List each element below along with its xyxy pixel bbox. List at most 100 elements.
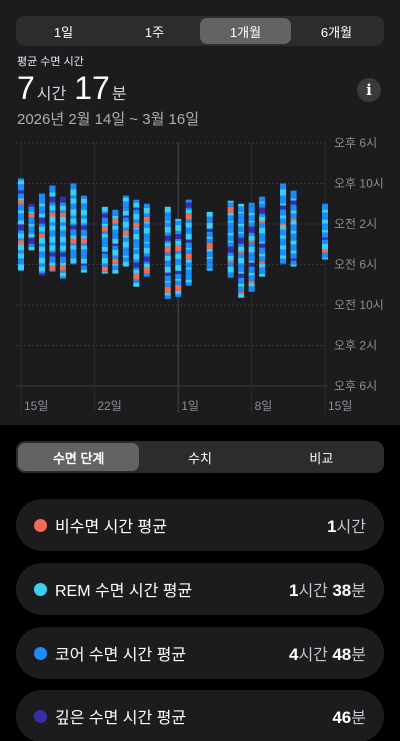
sleep-stage-segment bbox=[175, 230, 182, 234]
sleep-stage-segment bbox=[18, 204, 24, 211]
sleep-stage-segment bbox=[164, 246, 171, 253]
tab-amounts[interactable]: 수치 bbox=[139, 443, 260, 471]
sleep-stage-segment bbox=[280, 255, 287, 259]
sleep-stage-segment bbox=[38, 243, 45, 247]
sleep-stage-segment bbox=[38, 246, 45, 252]
sleep-stage-segment bbox=[28, 206, 35, 212]
deep-dot-icon bbox=[34, 709, 47, 723]
sleep-stage-segment bbox=[133, 253, 140, 260]
sleep-stage-segment bbox=[38, 223, 45, 227]
sleep-chart[interactable]: 오후 6시오후 10시오전 2시오전 6시오전 10시오후 2시오후 6시 15… bbox=[0, 130, 400, 420]
sleep-stage-segment bbox=[238, 286, 245, 292]
sleep-stage-segment bbox=[322, 249, 328, 253]
sleep-stage-segment bbox=[101, 211, 108, 214]
sleep-stage-segment bbox=[322, 209, 328, 213]
sleep-stage-segment bbox=[280, 183, 287, 186]
sleep-stage-segment bbox=[143, 236, 150, 242]
sleep-stage-segment bbox=[101, 266, 108, 272]
sleep-stage-segment bbox=[290, 190, 297, 194]
sleep-stage-segment bbox=[18, 218, 24, 221]
sleep-stage-segment bbox=[112, 263, 119, 266]
x-tick-label: 8일 bbox=[255, 399, 273, 413]
sleep-stage-segment bbox=[290, 220, 297, 225]
sleep-bar bbox=[112, 209, 119, 274]
tab-1week[interactable]: 1주 bbox=[109, 18, 200, 44]
sleep-stage-segment bbox=[322, 217, 328, 220]
sleep-stage-segment bbox=[70, 183, 77, 186]
sleep-bar bbox=[227, 200, 234, 278]
sleep-stage-segment bbox=[59, 242, 66, 246]
sleep-stage-segment bbox=[70, 189, 77, 196]
sleep-stage-segment bbox=[59, 262, 66, 266]
sleep-stage-segment bbox=[133, 233, 140, 240]
sleep-stage-segment bbox=[143, 233, 150, 237]
sleep-stage-segment bbox=[112, 209, 119, 216]
sleep-stage-segment bbox=[18, 238, 24, 241]
sleep-stage-segment bbox=[59, 265, 66, 271]
sleep-stage-segment bbox=[185, 227, 192, 230]
stage-value: 1시간 bbox=[327, 517, 366, 536]
sleep-stage-segment bbox=[164, 255, 171, 261]
sleep-stage-segment bbox=[290, 213, 297, 219]
tab-comparison[interactable]: 비교 bbox=[261, 443, 382, 471]
sleep-stage-segment bbox=[49, 222, 56, 226]
sleep-stage-segment bbox=[101, 263, 108, 267]
sleep-stage-segment bbox=[322, 252, 328, 258]
sleep-stage-segment bbox=[185, 282, 192, 286]
sleep-stage-segment bbox=[259, 261, 266, 264]
sleep-stage-segment bbox=[290, 198, 297, 201]
sleep-stage-segment bbox=[248, 272, 255, 276]
sleep-stage-segment bbox=[28, 223, 35, 227]
sleep-stage-segment bbox=[101, 223, 108, 227]
sleep-stage-segment bbox=[49, 256, 56, 263]
sleep-stage-segment bbox=[322, 257, 328, 260]
sleep-stage-segment bbox=[259, 267, 266, 274]
sleep-stage-segment bbox=[80, 265, 87, 270]
stage-name: 비수면 시간 평균 bbox=[55, 519, 167, 536]
sleep-stage-segment bbox=[112, 235, 119, 239]
sleep-stage-segment bbox=[290, 204, 297, 211]
tab-sleep-stages[interactable]: 수면 단계 bbox=[18, 443, 140, 471]
sleep-stage-segment bbox=[175, 258, 182, 261]
sleep-stage-segment bbox=[38, 231, 45, 234]
sleep-stage-segment bbox=[122, 197, 129, 202]
stage-card-deep[interactable]: 깊은 수면 시간 평균 46분 bbox=[16, 690, 384, 741]
sleep-stage-segment bbox=[143, 227, 150, 234]
sleep-stage-segment bbox=[280, 243, 287, 246]
tab-6months[interactable]: 6개월 bbox=[291, 18, 382, 44]
view-segmented-control: 수면 단계 수치 비교 bbox=[16, 441, 384, 473]
sleep-stage-segment bbox=[248, 240, 255, 243]
sleep-bar bbox=[175, 218, 182, 297]
sleep-stage-segment bbox=[38, 273, 45, 276]
sleep-stage-segment bbox=[112, 215, 119, 219]
tab-1day[interactable]: 1일 bbox=[18, 18, 109, 44]
sleep-stage-segment bbox=[18, 213, 24, 219]
sleep-stage-segment bbox=[238, 257, 245, 264]
sleep-stage-segment bbox=[18, 220, 24, 225]
sleep-stage-segment bbox=[122, 241, 129, 248]
sleep-stage-segment bbox=[70, 255, 77, 259]
sleep-stage-segment bbox=[49, 216, 56, 223]
sleep-bar bbox=[185, 199, 192, 286]
sleep-stage-segment bbox=[175, 220, 182, 225]
sleep-stage-segment bbox=[259, 216, 266, 222]
sleep-stage-segment bbox=[112, 225, 119, 230]
sleep-stage-segment bbox=[238, 273, 245, 278]
sleep-stage-segment bbox=[259, 223, 266, 228]
sleep-bar bbox=[290, 190, 297, 267]
sleep-stage-segment bbox=[143, 213, 150, 217]
sleep-stage-segment bbox=[164, 252, 171, 256]
sleep-stage-segment bbox=[18, 253, 24, 259]
sleep-stage-segment bbox=[143, 223, 150, 228]
stage-card-core[interactable]: 코어 수면 시간 평균 4시간 48분 bbox=[16, 627, 384, 679]
sleep-stage-segment bbox=[164, 215, 171, 221]
chart-x-labels: 15일 22일 1일 8일 15일 bbox=[24, 399, 352, 413]
tab-1month[interactable]: 1개월 bbox=[200, 18, 291, 44]
info-icon[interactable]: i bbox=[357, 78, 381, 102]
sleep-stage-segment bbox=[122, 255, 129, 258]
stage-card-awake[interactable]: 비수면 시간 평균 1시간 bbox=[16, 499, 384, 551]
stage-card-rem[interactable]: REM 수면 시간 평균 1시간 38분 bbox=[16, 563, 384, 615]
sleep-stage-segment bbox=[227, 232, 234, 236]
sleep-stage-segment bbox=[175, 293, 182, 297]
sleep-stage-segment bbox=[164, 295, 171, 299]
